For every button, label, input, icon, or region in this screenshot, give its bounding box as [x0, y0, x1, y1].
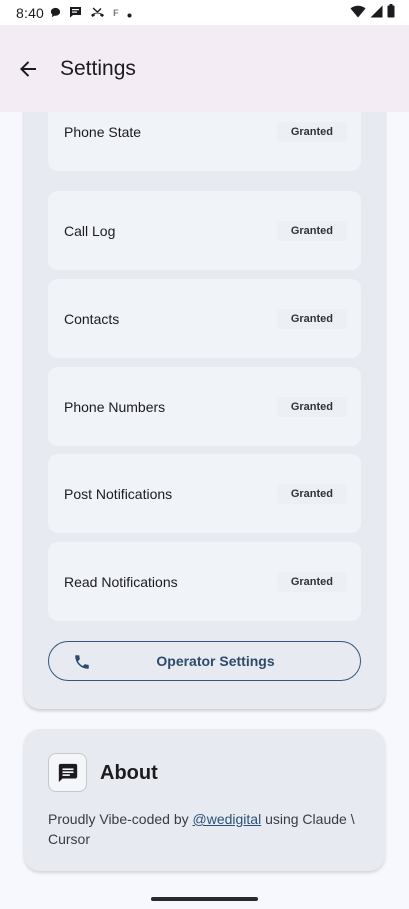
permission-item-post-notifications: Post Notifications Granted — [48, 454, 361, 533]
phone-icon — [75, 655, 89, 669]
about-card: About Proudly Vibe-coded by @wedigital u… — [24, 729, 385, 871]
permission-status-badge: Granted — [276, 396, 347, 417]
operator-settings-label: Operator Settings — [156, 653, 275, 669]
permission-status-badge: Granted — [276, 483, 347, 504]
permission-label: Read Notifications — [64, 573, 178, 590]
settings-scroll-area[interactable]: Phone State Granted Call Log Granted Con… — [0, 112, 409, 909]
permission-status-badge: Granted — [276, 308, 347, 329]
cell-signal-icon — [370, 5, 383, 21]
about-icon-box — [48, 753, 87, 792]
operator-settings-button[interactable]: Operator Settings — [48, 641, 361, 681]
permission-status-badge: Granted — [276, 121, 347, 142]
status-bar: 8:40 F — [0, 0, 409, 25]
permission-item-call-log: Call Log Granted — [48, 191, 361, 270]
permission-item-contacts: Contacts Granted — [48, 279, 361, 358]
permissions-card: Phone State Granted Call Log Granted Con… — [24, 112, 385, 709]
message-icon — [69, 5, 82, 21]
wedigital-link[interactable]: @wedigital — [193, 811, 262, 827]
gesture-nav-handle[interactable] — [151, 897, 258, 901]
permission-label: Phone State — [64, 123, 142, 140]
status-time: 8:40 — [16, 4, 45, 21]
missed-call-icon — [90, 5, 105, 21]
about-description: Proudly Vibe-coded by @wedigital using C… — [48, 809, 364, 849]
message-icon — [58, 763, 77, 782]
permission-status-badge: Granted — [276, 571, 347, 592]
dot-icon — [127, 5, 132, 21]
wifi-icon — [350, 5, 366, 21]
back-button[interactable] — [16, 57, 40, 81]
permission-status-badge: Granted — [276, 220, 347, 241]
permission-item-read-notifications: Read Notifications Granted — [48, 542, 361, 621]
battery-icon — [387, 4, 395, 21]
permission-label: Post Notifications — [64, 485, 173, 502]
top-app-bar: Settings — [0, 25, 409, 112]
about-text-before: Proudly Vibe-coded by — [48, 811, 193, 827]
page-title: Settings — [60, 56, 136, 80]
system-icons — [350, 4, 395, 21]
chat-bubble-icon — [50, 5, 61, 21]
permission-label: Call Log — [64, 222, 116, 239]
permission-item-phone-numbers: Phone Numbers Granted — [48, 367, 361, 446]
arrow-left-icon — [20, 60, 36, 77]
notification-icons: F — [50, 5, 132, 21]
f-icon: F — [113, 7, 119, 18]
permission-item-phone-state: Phone State Granted — [48, 112, 361, 171]
permission-label: Contacts — [64, 310, 120, 327]
permission-label: Phone Numbers — [64, 398, 166, 415]
about-title: About — [100, 762, 158, 784]
